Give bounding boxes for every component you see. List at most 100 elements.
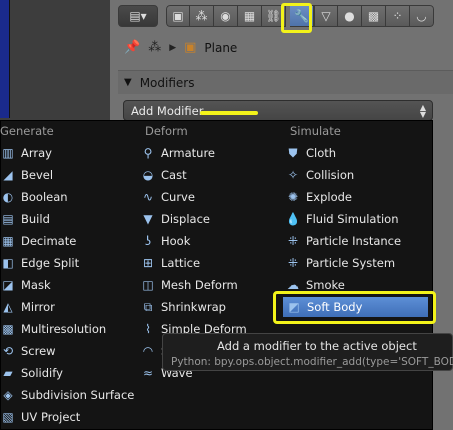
simple-deform-icon: ⌇ [145, 322, 151, 336]
menu-item-particle-instance[interactable]: ⁜ Particle Instance [285, 231, 401, 251]
menu-item-cloth[interactable]: ⛊ Cloth [285, 143, 336, 163]
breadcrumb-object-name: Plane [204, 40, 238, 55]
properties-toolbar: ▤▾ ▣ ⁂ ◉ ▦ ⛓ 🔧 ▽ ● ▩ ⁘ ◡ [118, 4, 434, 28]
menu-item-label: Mesh Deform [161, 278, 238, 292]
menu-item-label: Armature [161, 146, 215, 160]
menu-item-label: Cloth [306, 146, 337, 160]
menu-item-array[interactable]: ▥ Array [0, 143, 52, 163]
menu-item-cast[interactable]: ◒ Cast [140, 165, 187, 185]
menu-item-label: Screw [21, 344, 56, 358]
menu-item-label: Mask [21, 278, 51, 292]
menu-item-explode[interactable]: ✺ Explode [285, 187, 352, 207]
menu-item-label: Particle Instance [306, 234, 402, 248]
mirror-icon: ◭ [3, 300, 13, 314]
menu-item-build[interactable]: ▤ Build [0, 209, 50, 229]
menu-item-label: Subdivision Surface [21, 388, 135, 402]
tooltip-python: Python: bpy.ops.object.modifier_add(type… [171, 356, 453, 368]
menu-item-label: Particle System [306, 256, 396, 270]
render-icon[interactable]: ▣ [166, 5, 190, 27]
object-icon[interactable]: ▦ [238, 5, 262, 27]
material-icon[interactable]: ● [338, 5, 362, 27]
data-icon[interactable]: ▽ [314, 5, 338, 27]
soft-body-highlight-annotation [273, 291, 436, 324]
add-modifier-button[interactable]: Add Modifier ▲ ▼ [123, 100, 433, 121]
column-heading-simulate: Simulate [290, 124, 341, 138]
menu-item-decimate[interactable]: ▦ Decimate [0, 231, 76, 251]
screw-icon: ⟲ [2, 344, 14, 358]
mask-icon: ◪ [2, 278, 14, 292]
menu-item-label: Cast [161, 168, 187, 182]
bevel-icon: ◢ [3, 168, 13, 182]
subsurf-icon: ◈ [3, 388, 13, 402]
menu-item-label: Decimate [21, 234, 77, 248]
particle-instance-icon: ⁜ [287, 234, 299, 248]
menu-item-boolean[interactable]: ◐ Boolean [0, 187, 68, 207]
edge-split-icon: ◧ [2, 256, 14, 270]
menu-item-bevel[interactable]: ◢ Bevel [0, 165, 53, 185]
menu-item-label: Curve [161, 190, 195, 204]
texture-icon[interactable]: ▩ [362, 5, 386, 27]
object-data-icon: ⁂ [148, 40, 162, 55]
menu-item-mask[interactable]: ◪ Mask [0, 275, 51, 295]
menu-item-multiresolution[interactable]: ▩ Multiresolution [0, 319, 106, 339]
menu-item-label: Shrinkwrap [161, 300, 226, 314]
menu-item-label: Boolean [21, 190, 68, 204]
hook-icon: ʖ [144, 234, 152, 248]
menu-item-edge-split[interactable]: ◧ Edge Split [0, 253, 79, 273]
cloth-icon: ⛊ [288, 145, 298, 160]
collapse-triangle-icon[interactable]: ▼ [124, 77, 132, 88]
menu-item-label: Edge Split [21, 256, 80, 270]
curve-icon: ∿ [142, 190, 154, 204]
pin-icon[interactable]: 📌 [124, 40, 140, 55]
menu-item-label: Bevel [21, 168, 54, 182]
mesh-deform-icon: ◫ [142, 278, 154, 292]
fluid-icon: 💧 [285, 212, 301, 226]
menu-item-solidify[interactable]: ▰ Solidify [0, 363, 63, 383]
menu-item-label: Collision [306, 168, 355, 182]
tooltip: Add a modifier to the active object Pyth… [162, 333, 453, 371]
3d-viewport-edge [0, 0, 10, 118]
decimate-icon: ▦ [2, 234, 14, 248]
menu-item-mesh-deform[interactable]: ◫ Mesh Deform [140, 275, 238, 295]
menu-item-screw[interactable]: ⟲ Screw [0, 341, 56, 361]
menu-item-label: Explode [306, 190, 352, 204]
particle-system-icon: ⁜ [287, 256, 299, 270]
menu-item-label: Build [21, 212, 50, 226]
physics-icon[interactable]: ◡ [410, 5, 434, 27]
menu-item-label: Mirror [21, 300, 55, 314]
menu-item-particle-system[interactable]: ⁜ Particle System [285, 253, 395, 273]
editor-type-icon[interactable]: ▤▾ [118, 5, 158, 27]
particles-icon[interactable]: ⁘ [386, 5, 410, 27]
menu-item-subdivision-surface[interactable]: ◈ Subdivision Surface [0, 385, 134, 405]
scene-icon[interactable]: ⁂ [190, 5, 214, 27]
menu-item-curve[interactable]: ∿ Curve [140, 187, 195, 207]
highlight-underline-annotation [200, 111, 258, 115]
menu-item-mirror[interactable]: ◭ Mirror [0, 297, 55, 317]
menu-item-shrinkwrap[interactable]: ⧉ Shrinkwrap [140, 297, 226, 317]
menu-item-lattice[interactable]: ⊞ Lattice [140, 253, 200, 273]
menu-item-fluid-simulation[interactable]: 💧 Fluid Simulation [285, 209, 399, 229]
menu-item-label: Fluid Simulation [306, 212, 399, 226]
collision-icon: ✧ [287, 168, 299, 182]
column-heading-generate: Generate [0, 124, 54, 138]
menu-item-label: Array [21, 146, 52, 160]
wrench-highlight-annotation [281, 3, 312, 33]
menu-item-label: Lattice [161, 256, 201, 270]
explode-icon: ✺ [287, 190, 299, 204]
world-icon[interactable]: ◉ [214, 5, 238, 27]
wave-icon: ≈ [142, 366, 154, 380]
tooltip-text: Add a modifier to the active object [217, 339, 417, 353]
chevron-right-icon: ▶ [169, 42, 177, 53]
menu-item-label: Solidify [21, 366, 63, 380]
uv-project-icon: ▧ [2, 410, 14, 424]
menu-item-hook[interactable]: ʖ Hook [140, 231, 190, 251]
build-icon: ▤ [2, 212, 14, 226]
add-modifier-label: Add Modifier [131, 103, 204, 118]
menu-item-label: Hook [161, 234, 191, 248]
menu-item-displace[interactable]: ▼ Displace [140, 209, 210, 229]
menu-item-uv-project[interactable]: ▧ UV Project [0, 407, 80, 427]
modifiers-panel-header[interactable]: ▼ Modifiers [118, 70, 453, 94]
menu-item-armature[interactable]: ⚲ Armature [140, 143, 215, 163]
array-icon: ▥ [2, 146, 14, 160]
menu-item-collision[interactable]: ✧ Collision [285, 165, 354, 185]
